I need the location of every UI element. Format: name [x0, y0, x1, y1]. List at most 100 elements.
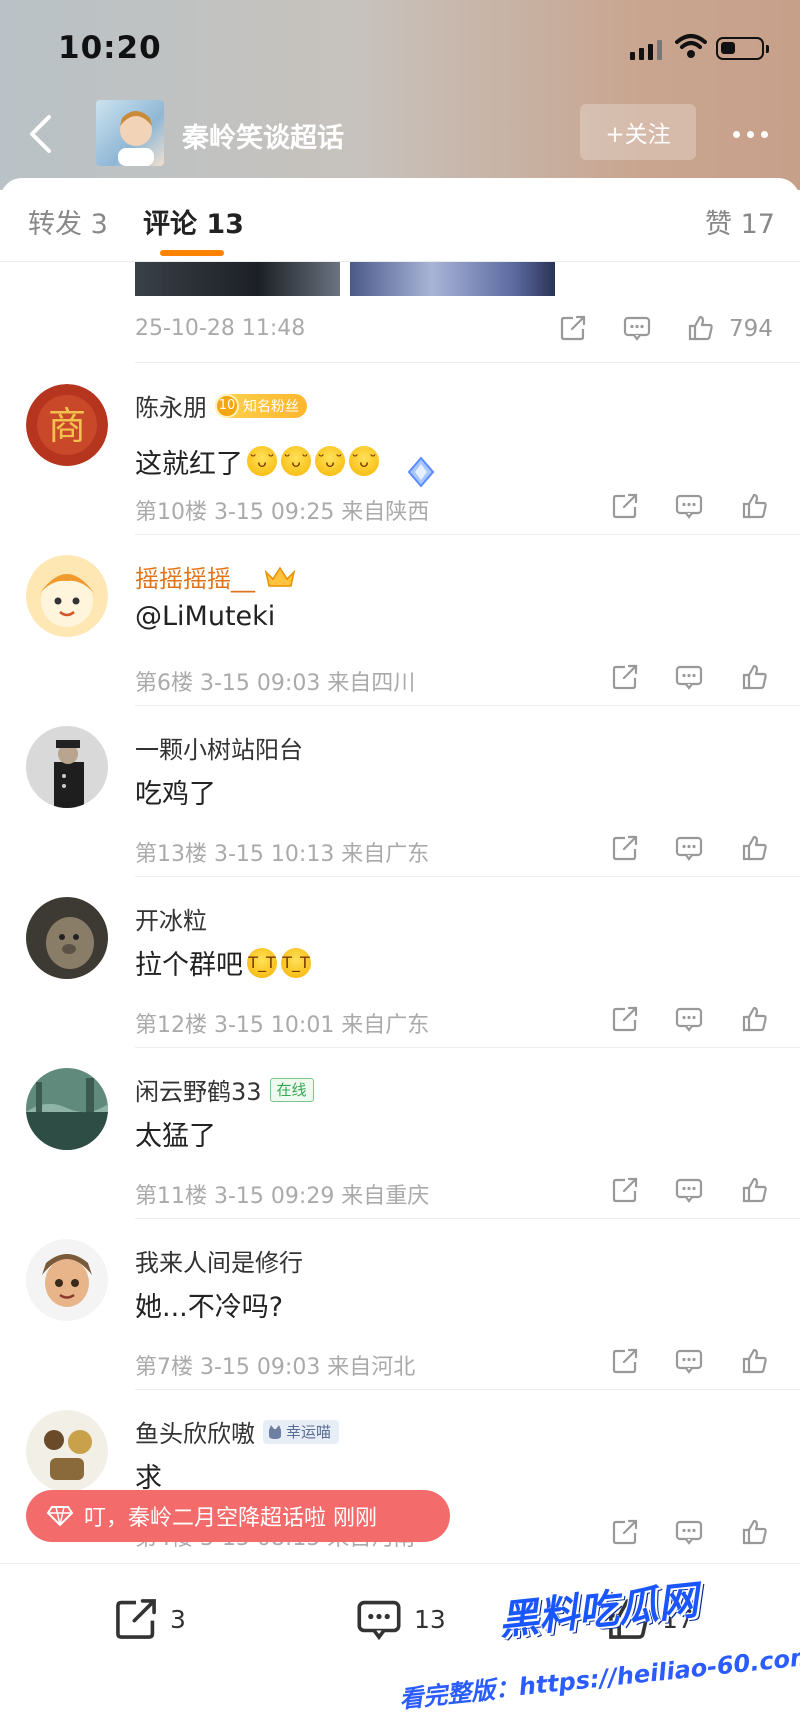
share-button[interactable] [605, 1170, 645, 1210]
more-button[interactable] [722, 114, 778, 154]
comment-icon [675, 1520, 703, 1545]
comment-username[interactable]: 开冰粒 [135, 901, 207, 936]
share-icon [612, 1348, 638, 1374]
avatar[interactable]: 商 [26, 384, 108, 466]
like-button[interactable] [735, 657, 775, 697]
bottom-like-button[interactable]: 17 [606, 1596, 694, 1642]
cry-emoji: T_T [281, 947, 311, 978]
share-button[interactable] [605, 657, 645, 697]
post-images[interactable] [135, 262, 555, 296]
comment-username[interactable]: 闲云野鹤33 在线 [135, 1072, 314, 1107]
comment-username[interactable]: 摇摇摇摇__ [135, 559, 297, 594]
username-text: 我来人间是修行 [135, 1249, 303, 1277]
fan-badge: 10 知名粉丝 [215, 393, 307, 418]
tab-repost[interactable]: 转发 3 [28, 202, 108, 241]
post-image[interactable] [135, 262, 340, 296]
comment-text: 吃鸡了 [135, 779, 216, 810]
like-icon [742, 1177, 767, 1203]
comment-actions [605, 655, 785, 699]
avatar[interactable] [26, 555, 108, 637]
tab-like[interactable]: 赞 17 [705, 202, 775, 241]
online-badge: 在线 [269, 1077, 314, 1102]
share-icon [612, 664, 638, 690]
like-icon [688, 315, 713, 341]
like-button[interactable] [735, 828, 775, 868]
diamond-icon [407, 456, 435, 488]
tab-comment[interactable]: 评论 13 [143, 202, 244, 241]
comment-button[interactable] [669, 1341, 709, 1381]
status-bar: 10:20 [0, 0, 800, 96]
comment-item: 商 陈永朋 10 知名粉丝 这就红了 ˘ᴗ˘ ˘ᴗ˘ ˘ᴗ˘ ˘ᴗ˘ 第10楼 3… [0, 364, 800, 535]
laugh-emoji: ˘ᴗ˘ [247, 446, 277, 476]
comment-item: 我来人间是修行 她...不冷吗? 第7楼 3-15 09:03 来自河北 [0, 1219, 800, 1390]
comment-button[interactable] [669, 828, 709, 868]
username-text: 鱼头欣欣嗷 [135, 1420, 255, 1448]
comment-button[interactable] [669, 1512, 709, 1552]
battery-icon [716, 37, 769, 60]
share-icon [612, 493, 638, 519]
laugh-emoji: ˘ᴗ˘ [315, 446, 345, 476]
crown-icon [264, 566, 296, 587]
comment-icon [675, 1178, 703, 1203]
like-button[interactable] [735, 999, 775, 1039]
follow-button[interactable]: +关注 [580, 104, 696, 160]
comment-meta: 第10楼 3-15 09:25 来自陕西 [135, 500, 430, 525]
like-button[interactable] [735, 1341, 775, 1381]
comment-icon [675, 1349, 703, 1374]
comment-meta: 第12楼 3-15 10:01 来自广东 [135, 1013, 430, 1038]
share-button[interactable] [605, 1341, 645, 1381]
comment-icon [675, 836, 703, 861]
diamond-icon [46, 1506, 74, 1527]
share-button[interactable] [605, 828, 645, 868]
post-share-button[interactable] [553, 308, 593, 348]
comment-actions [605, 997, 785, 1041]
comment-icon [675, 665, 703, 690]
back-icon [30, 115, 51, 153]
wifi-icon [675, 34, 707, 58]
topic-avatar[interactable] [96, 100, 164, 166]
post-meta: 25-10-28 11:48 794 [135, 308, 775, 352]
back-button[interactable] [20, 110, 60, 158]
share-icon [612, 1519, 638, 1545]
bottom-comment-button[interactable]: 13 [354, 1596, 446, 1642]
username-text: 闲云野鹤33 [135, 1078, 262, 1106]
laugh-emoji: ˘ᴗ˘ [281, 446, 311, 476]
username-text: 陈永朋 [135, 394, 207, 422]
like-button[interactable] [735, 1512, 775, 1552]
avatar[interactable] [26, 1410, 108, 1492]
post-comment-button[interactable] [617, 308, 657, 348]
notification-toast[interactable]: 叮，秦岭二月空降超话啦 刚刚 [26, 1490, 450, 1542]
comment-text: @LiMuteki [135, 601, 276, 632]
avatar[interactable] [26, 1239, 108, 1321]
comment-username[interactable]: 一颗小树站阳台 [135, 730, 303, 765]
avatar[interactable] [26, 1068, 108, 1150]
signal-icon [630, 38, 662, 60]
share-button[interactable] [605, 1512, 645, 1552]
share-button[interactable] [605, 999, 645, 1039]
avatar[interactable] [26, 897, 108, 979]
comment-username[interactable]: 我来人间是修行 [135, 1243, 303, 1278]
comment-button[interactable] [669, 1170, 709, 1210]
comment-actions [605, 1339, 785, 1383]
page-title: 秦岭笑谈超话 [182, 123, 344, 154]
comment-button[interactable] [669, 486, 709, 526]
comment-username[interactable]: 鱼头欣欣嗷 幸运喵 [135, 1414, 340, 1449]
like-icon [742, 835, 767, 861]
post-like-button[interactable] [681, 308, 721, 348]
comment-icon [357, 1600, 401, 1641]
divider [135, 362, 800, 363]
like-button[interactable] [735, 1170, 775, 1210]
share-button[interactable] [605, 486, 645, 526]
comment-actions [605, 484, 785, 528]
like-button[interactable] [735, 486, 775, 526]
comment-button[interactable] [669, 999, 709, 1039]
avatar[interactable] [26, 726, 108, 808]
post-image[interactable] [350, 262, 555, 296]
comment-meta: 第13楼 3-15 10:13 来自广东 [135, 842, 430, 867]
comment-username[interactable]: 陈永朋 10 知名粉丝 [135, 388, 307, 423]
bottom-repost-button[interactable]: 3 [112, 1596, 186, 1642]
bottom-action-bar: 3 13 17 [0, 1563, 800, 1733]
post-timestamp: 25-10-28 11:48 [135, 316, 306, 341]
comment-meta: 第7楼 3-15 09:03 来自河北 [135, 1355, 416, 1380]
comment-button[interactable] [669, 657, 709, 697]
